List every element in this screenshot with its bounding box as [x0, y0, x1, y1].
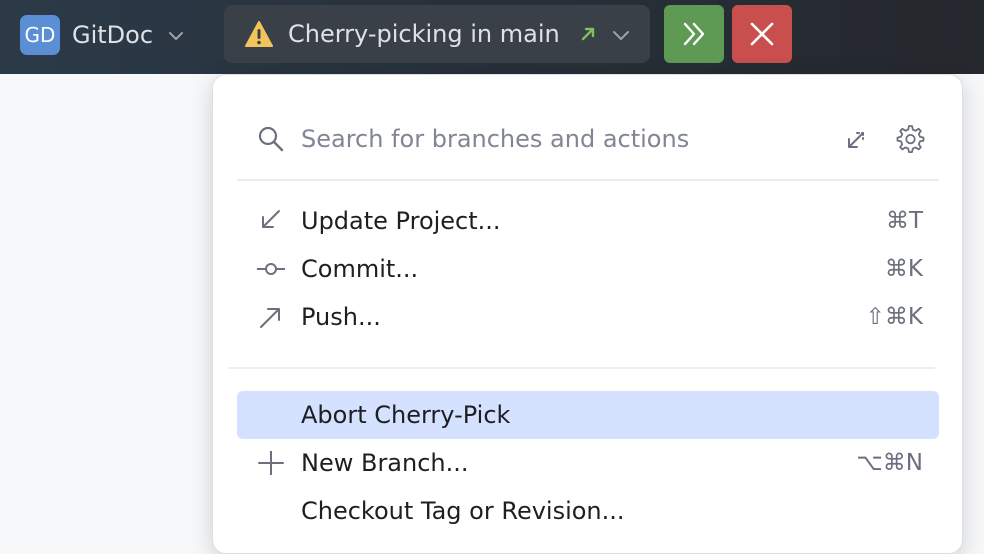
menu-item-commit[interactable]: Commit... ⌘K [237, 245, 939, 293]
menu-item-label: New Branch... [301, 449, 469, 477]
menu-item-label: Update Project... [301, 207, 501, 235]
close-icon [750, 22, 774, 46]
menu-item-push[interactable]: Push... ⇧⌘K [237, 293, 939, 341]
branch-widget[interactable]: Cherry-picking in main [224, 5, 650, 63]
menu-item-abort-cherry-pick[interactable]: Abort Cherry-Pick [237, 391, 939, 439]
menu-item-label: Commit... [301, 255, 419, 283]
menu-item-new-branch[interactable]: New Branch... ⌥⌘N [237, 439, 939, 487]
search-icon [258, 126, 284, 152]
menu-item-label: Checkout Tag or Revision... [301, 497, 625, 525]
commit-icon [257, 263, 285, 275]
chevron-down-icon[interactable] [166, 26, 186, 46]
menu-item-shortcut: ⌥⌘N [856, 450, 923, 476]
menu-item-update-project[interactable]: Update Project... ⌘T [237, 197, 939, 245]
continue-cherry-pick-button[interactable] [664, 5, 724, 63]
plus-icon [258, 451, 284, 475]
project-badge[interactable]: GD [20, 15, 60, 55]
double-chevron-right-icon [683, 22, 705, 46]
main-toolbar: GD GitDoc Cherry-picking in main [0, 0, 984, 74]
search-input[interactable] [301, 119, 821, 159]
search-divider [237, 179, 939, 181]
update-arrow-icon [262, 210, 280, 228]
gear-icon[interactable] [893, 123, 925, 155]
git-actions-popup: Update Project... ⌘T Commit... ⌘K Push..… [212, 74, 963, 554]
menu-item-shortcut: ⌘K [884, 256, 923, 282]
outgoing-arrow-icon [581, 27, 595, 41]
push-arrow-icon [260, 308, 280, 328]
menu-item-checkout-tag[interactable]: Checkout Tag or Revision... [237, 487, 939, 535]
section-divider [229, 367, 935, 369]
warning-icon [245, 21, 273, 47]
menu-item-label: Push... [301, 303, 381, 331]
collapse-arrow-icon[interactable] [843, 127, 869, 153]
abort-cherry-pick-button[interactable] [732, 5, 792, 63]
branch-widget-label: Cherry-picking in main [288, 20, 560, 48]
menu-item-shortcut: ⇧⌘K [865, 304, 923, 330]
chevron-down-icon[interactable] [610, 24, 632, 46]
menu-item-label: Abort Cherry-Pick [301, 401, 511, 429]
project-name[interactable]: GitDoc [72, 18, 153, 52]
menu-item-shortcut: ⌘T [885, 208, 923, 234]
